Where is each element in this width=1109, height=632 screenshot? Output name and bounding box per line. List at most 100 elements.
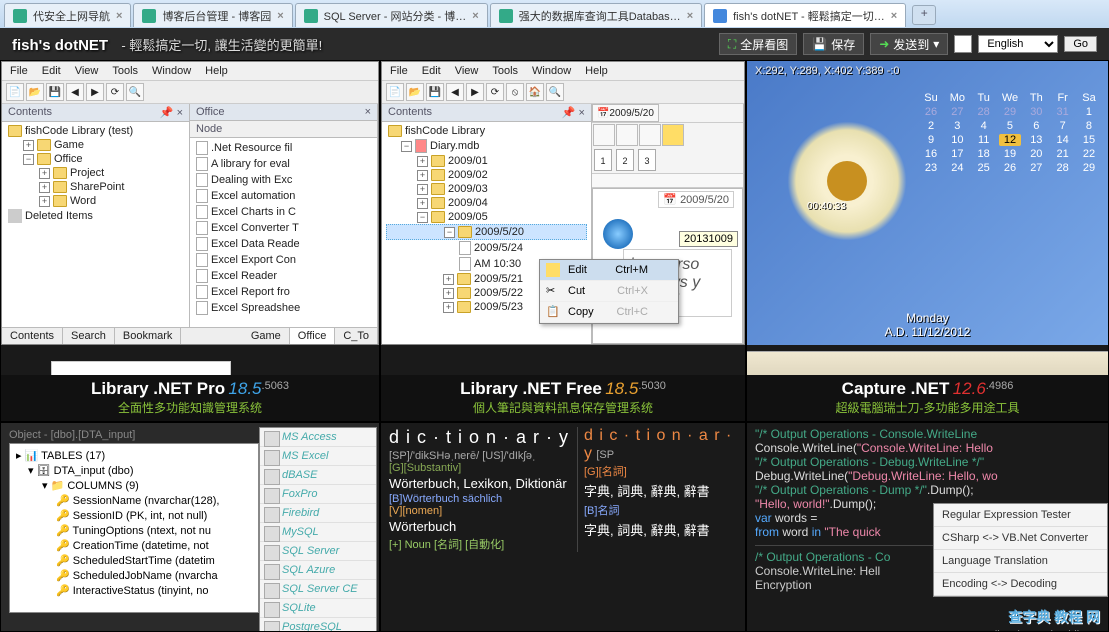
tool-menu-item[interactable]: Language Translation [934,550,1107,573]
tab-cto[interactable]: C_To [335,328,378,344]
new-icon[interactable]: 📄 [386,83,404,101]
tab-1[interactable]: 博客后台管理 - 博客园× [133,3,292,27]
expander-icon[interactable]: − [23,154,34,165]
cal-day[interactable]: 18 [973,148,995,160]
column-item[interactable]: 🔑 SessionID (PK, int, not null) [14,508,254,523]
pin-icon[interactable]: 📌 × [160,106,183,119]
back-icon[interactable]: ◀ [446,83,464,101]
menu-edit[interactable]: Edit [42,65,61,77]
db-tree[interactable]: ▸ 📊 TABLES (17) ▾ 🗄 DTA_input (dbo) ▾ 📁 … [9,443,259,613]
tree-root[interactable]: fishCode Library (test) [6,124,185,138]
list-item[interactable]: .Net Resource fil [194,140,373,156]
forward-icon[interactable]: ▶ [466,83,484,101]
back-icon[interactable]: ◀ [66,83,84,101]
cal-day[interactable]: 15 [1078,134,1100,146]
tree-item[interactable]: +2009/02 [386,168,587,182]
cal-day[interactable]: 8 [1078,120,1100,132]
tree-item[interactable]: +2009/01 [386,154,587,168]
list-item[interactable]: Dealing with Exc [194,172,373,188]
list-item[interactable]: A library for eval [194,156,373,172]
cal-day[interactable]: 13 [1025,134,1047,146]
close-icon[interactable]: × [365,106,371,118]
menu-edit[interactable]: Edit [422,65,441,77]
cal-day[interactable]: 24 [946,162,968,174]
column-item[interactable]: 🔑 ScheduledStartTime (datetim [14,553,254,568]
tree-item[interactable]: −Diary.mdb [386,138,587,154]
open-icon[interactable] [616,124,638,146]
search-icon[interactable]: 🔍 [546,83,564,101]
fullscreen-button[interactable]: ⛶全屏看图 [719,33,797,55]
contents-tree[interactable]: fishCode Library (test) +Game −Office +P… [2,122,189,327]
thumb[interactable]: 3 [638,149,656,171]
cal-day[interactable]: 10 [946,134,968,146]
expander-icon[interactable]: + [417,170,428,181]
print-icon[interactable] [639,124,661,146]
list-item[interactable]: Excel Spreadshee [194,300,373,316]
tree-item[interactable]: +Game [6,138,185,152]
thumb[interactable]: 2 [616,149,634,171]
open-icon[interactable]: 📂 [26,83,44,101]
cal-day[interactable]: 28 [973,106,995,118]
close-icon[interactable]: × [277,10,283,22]
tab-2[interactable]: SQL Server - 网站分类 - 博…× [295,3,488,27]
language-select[interactable]: English [978,35,1058,53]
menu-view[interactable]: View [455,65,479,77]
cal-day[interactable]: 22 [1078,148,1100,160]
close-icon[interactable]: × [687,10,693,22]
cal-day[interactable]: 17 [946,148,968,160]
node-list[interactable]: .Net Resource filA library for evalDeali… [190,138,377,327]
cal-day[interactable]: 26 [999,162,1021,174]
tab-office[interactable]: Office [290,328,336,344]
ctx-edit[interactable]: EditCtrl+M [540,260,678,281]
menu-window[interactable]: Window [532,65,571,77]
tree-item[interactable]: +Project [6,166,185,180]
cal-day[interactable]: 3 [946,120,968,132]
tree-item[interactable]: Deleted Items [6,208,185,224]
cal-day[interactable]: 4 [973,120,995,132]
stop-icon[interactable]: ⦸ [506,83,524,101]
cal-day[interactable]: 11 [973,134,995,146]
close-icon[interactable]: × [472,10,478,22]
cal-day[interactable]: 16 [920,148,942,160]
tool-menu-item[interactable]: Encoding <-> Decoding [934,573,1107,596]
date-nav[interactable]: 📅 2009/5/20 [592,104,659,122]
tab-game[interactable]: Game [243,328,290,344]
menu-tools[interactable]: Tools [112,65,138,77]
tool-menu-item[interactable]: CSharp <-> VB.Net Converter [934,527,1107,550]
refresh-icon[interactable]: ⟳ [486,83,504,101]
cal-day[interactable]: 1 [1078,106,1100,118]
expander-icon[interactable]: + [39,196,50,207]
tab-contents[interactable]: Contents [2,328,63,344]
menu-help[interactable]: Help [585,65,608,77]
new-icon[interactable]: 📄 [6,83,24,101]
cal-day[interactable]: 27 [946,106,968,118]
tree-item[interactable]: +2009/03 [386,182,587,196]
thumb[interactable]: 1 [594,149,612,171]
tree-root[interactable]: fishCode Library [386,124,587,138]
engine-menu-item[interactable]: FoxPro [260,485,376,504]
menu-view[interactable]: View [75,65,99,77]
expander-icon[interactable]: + [39,182,50,193]
search-icon[interactable]: 🔍 [126,83,144,101]
go-button[interactable]: Go [1064,36,1097,52]
cal-day[interactable]: 28 [1052,162,1074,174]
refresh-icon[interactable]: ⟳ [106,83,124,101]
cal-day[interactable]: 23 [920,162,942,174]
tab-search[interactable]: Search [63,328,115,344]
tree-item[interactable]: +SharePoint [6,180,185,194]
cal-day[interactable]: 2 [920,120,942,132]
tree-item[interactable]: 2009/5/24 [386,240,587,256]
cal-day[interactable]: 25 [973,162,995,174]
forward-icon[interactable]: ▶ [86,83,104,101]
save-icon[interactable] [593,124,615,146]
cal-day[interactable]: 27 [1025,162,1047,174]
tab-4[interactable]: fish's dotNET - 輕鬆搞定一切…× [704,3,906,27]
list-item[interactable]: Excel Data Reade [194,236,373,252]
pin-icon[interactable]: 📌 × [562,106,585,119]
cal-day[interactable]: 30 [1025,106,1047,118]
expander-icon[interactable]: + [23,140,34,151]
cal-day[interactable]: 19 [999,148,1021,160]
engine-menu-item[interactable]: SQLite [260,599,376,618]
menu-tools[interactable]: Tools [492,65,518,77]
tree-item-selected[interactable]: −2009/5/20 [386,224,587,240]
